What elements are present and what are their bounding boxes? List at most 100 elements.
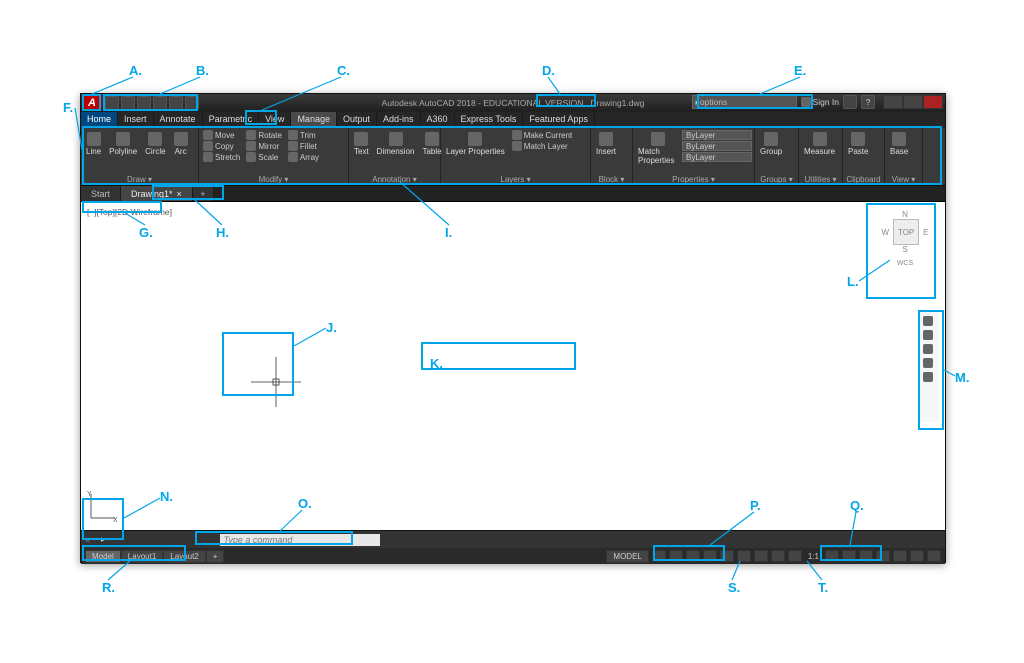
panel-title-properties[interactable]: Properties ▾ — [635, 174, 752, 185]
lwt-icon[interactable] — [771, 550, 785, 562]
viewcube[interactable]: N W TOP E S WCS — [875, 210, 935, 280]
exchange-icon[interactable] — [843, 95, 857, 109]
tab-express-tools[interactable]: Express Tools — [455, 112, 524, 128]
viewcube-top[interactable]: TOP — [893, 219, 919, 245]
file-tab-drawing1[interactable]: Drawing1* × — [121, 186, 193, 201]
panel-title-clipboard[interactable]: Clipboard — [845, 174, 882, 185]
layer-properties-button[interactable]: Layer Properties — [443, 130, 508, 158]
close-button[interactable] — [923, 95, 943, 109]
osnap-icon[interactable] — [720, 550, 734, 562]
tab-view[interactable]: View — [259, 112, 291, 128]
showmotion-icon[interactable] — [923, 372, 933, 382]
layout-tab-layout1[interactable]: Layout1 — [121, 550, 163, 563]
move-button[interactable]: Move — [201, 130, 242, 140]
paste-button[interactable]: Paste — [845, 130, 871, 158]
navigation-bar[interactable] — [917, 312, 939, 422]
tab-addins[interactable]: Add-ins — [377, 112, 421, 128]
monitor-icon[interactable] — [859, 550, 873, 562]
command-input[interactable]: Type a command — [220, 534, 380, 546]
base-button[interactable]: Base — [887, 130, 911, 158]
clean-screen-icon[interactable] — [910, 550, 924, 562]
panel-title-utilities[interactable]: Utilities ▾ — [801, 174, 840, 185]
circle-button[interactable]: Circle — [142, 130, 168, 158]
viewport-label[interactable]: [–][Top][2D Wireframe] — [85, 206, 174, 218]
viewcube-n[interactable]: N — [875, 210, 935, 219]
panel-title-view[interactable]: View ▾ — [887, 174, 920, 185]
tab-featured-apps[interactable]: Featured Apps — [523, 112, 595, 128]
command-close-icon[interactable]: × — [85, 535, 97, 545]
workspace-icon[interactable] — [842, 550, 856, 562]
file-tab-start[interactable]: Start — [81, 186, 121, 201]
tab-manage[interactable]: Manage — [291, 112, 337, 128]
pan-icon[interactable] — [923, 330, 933, 340]
tab-a360[interactable]: A360 — [421, 112, 455, 128]
status-model-label[interactable]: MODEL — [606, 550, 648, 563]
annotation-scale[interactable]: 1:1 — [805, 552, 822, 561]
steering-wheel-icon[interactable] — [923, 316, 933, 326]
insert-button[interactable]: Insert — [593, 130, 619, 158]
viewcube-w[interactable]: W — [882, 228, 890, 237]
tab-parametric[interactable]: Parametric — [203, 112, 260, 128]
new-tab-button[interactable]: + — [193, 186, 214, 201]
tab-home[interactable]: Home — [81, 112, 118, 128]
polyline-button[interactable]: Polyline — [106, 130, 140, 158]
dimension-button[interactable]: Dimension — [374, 130, 418, 158]
lineweight-bylayer[interactable]: ByLayer — [682, 141, 752, 151]
polar-icon[interactable] — [703, 550, 717, 562]
panel-title-modify[interactable]: Modify ▾ — [201, 174, 346, 185]
orbit-icon[interactable] — [923, 358, 933, 368]
trim-button[interactable]: Trim — [286, 130, 321, 140]
minimize-button[interactable] — [883, 95, 903, 109]
group-button[interactable]: Group — [757, 130, 785, 158]
panel-title-draw[interactable]: Draw ▾ — [83, 174, 196, 185]
ortho-icon[interactable] — [686, 550, 700, 562]
linetype-bylayer[interactable]: ByLayer — [682, 152, 752, 162]
grid-icon[interactable] — [652, 550, 666, 562]
customize-icon[interactable] — [927, 550, 941, 562]
help-icon[interactable]: ? — [861, 95, 875, 109]
layout-tab-layout2[interactable]: Layout2 — [163, 550, 205, 563]
hardware-accel-icon[interactable] — [893, 550, 907, 562]
snap-icon[interactable] — [669, 550, 683, 562]
line-button[interactable]: Line — [83, 130, 104, 158]
close-tab-icon[interactable]: × — [177, 189, 182, 199]
tab-insert[interactable]: Insert — [118, 112, 154, 128]
stretch-button[interactable]: Stretch — [201, 152, 242, 162]
signin-button[interactable]: Sign In — [801, 97, 839, 107]
match-layer-button[interactable]: Match Layer — [510, 141, 574, 151]
isolate-icon[interactable] — [876, 550, 890, 562]
color-bylayer[interactable]: ByLayer — [682, 130, 752, 140]
panel-title-annotation[interactable]: Annotation ▾ — [351, 174, 438, 185]
ucs-icon[interactable]: Y X — [87, 488, 121, 524]
transparency-icon[interactable] — [788, 550, 802, 562]
rotate-button[interactable]: Rotate — [244, 130, 284, 140]
zoom-icon[interactable] — [923, 344, 933, 354]
text-button[interactable]: Text — [351, 130, 372, 158]
panel-title-layers[interactable]: Layers ▾ — [443, 174, 588, 185]
copy-button[interactable]: Copy — [201, 141, 242, 151]
tab-annotate[interactable]: Annotate — [154, 112, 203, 128]
panel-title-block[interactable]: Block ▾ — [593, 174, 630, 185]
dyn-icon[interactable] — [754, 550, 768, 562]
mirror-button[interactable]: Mirror — [244, 141, 284, 151]
tab-output[interactable]: Output — [337, 112, 377, 128]
viewcube-e[interactable]: E — [923, 228, 928, 237]
fillet-button[interactable]: Fillet — [286, 141, 321, 151]
viewcube-wcs[interactable]: WCS — [875, 260, 935, 267]
measure-button[interactable]: Measure — [801, 130, 838, 158]
command-chevron-icon[interactable]: ▸ — [101, 534, 106, 545]
arc-button[interactable]: Arc — [171, 130, 191, 158]
make-current-button[interactable]: Make Current — [510, 130, 574, 140]
viewcube-s[interactable]: S — [875, 245, 935, 254]
array-button[interactable]: Array — [286, 152, 321, 162]
panel-title-groups[interactable]: Groups ▾ — [757, 174, 796, 185]
otrack-icon[interactable] — [737, 550, 751, 562]
gear-icon[interactable] — [825, 550, 839, 562]
drawing-area[interactable]: [–][Top][2D Wireframe] N W TOP E S WCS — [81, 202, 945, 530]
match-properties-button[interactable]: Match Properties — [635, 130, 680, 167]
maximize-button[interactable] — [903, 95, 923, 109]
scale-button[interactable]: Scale — [244, 152, 284, 162]
layout-tab-add[interactable]: + — [206, 550, 225, 563]
search-box[interactable]: ▸ options — [692, 95, 797, 109]
layout-tab-model[interactable]: Model — [85, 550, 121, 563]
